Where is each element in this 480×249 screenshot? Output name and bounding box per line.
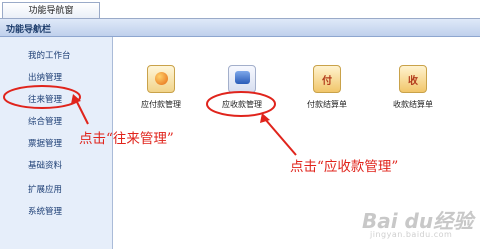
annotation-click-wanglai: 点击“往来管理”	[79, 131, 174, 147]
highlight-ellipse-wanglai	[3, 85, 81, 109]
arrow-wanglai-shaft	[75, 99, 89, 125]
highlight-ellipse-yingshou	[206, 91, 276, 117]
arrow-yingshou-shaft	[264, 118, 297, 156]
annotation-click-yingshou: 点击“应收款管理”	[290, 159, 399, 175]
watermark-url: jingyan.baidu.com	[370, 230, 453, 239]
baidu-watermark: Bai du经验 jingyan.baidu.com	[362, 203, 474, 243]
